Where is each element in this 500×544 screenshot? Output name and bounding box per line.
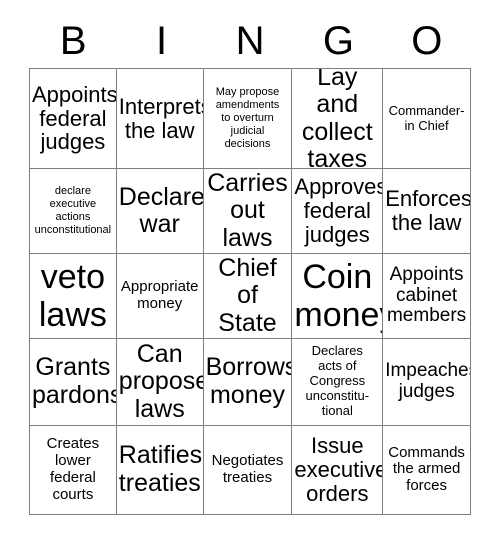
bingo-cell[interactable]: Can propose laws bbox=[116, 339, 204, 426]
bingo-cell[interactable]: Grants pardons bbox=[30, 339, 117, 426]
bingo-cell[interactable]: Ratifies treaties bbox=[116, 425, 204, 515]
bingo-row: declare executive actions unconstitution… bbox=[30, 169, 471, 254]
bingo-row: Appoints federal judges Interprets the l… bbox=[30, 69, 471, 169]
bingo-row: Grants pardons Can propose laws Borrows … bbox=[30, 339, 471, 426]
bingo-cell-label: Appoints federal judges bbox=[32, 81, 117, 155]
bingo-cell-label: Impeaches judges bbox=[385, 360, 471, 402]
bingo-cell-label: veto laws bbox=[38, 257, 107, 334]
bingo-cell-label: Creates lower federal courts bbox=[46, 435, 100, 503]
bingo-cell[interactable]: Interprets the law bbox=[116, 69, 204, 169]
bingo-cell-label: Appropriate money bbox=[120, 278, 199, 312]
bingo-cell[interactable]: Declares acts of Congress unconstitu- ti… bbox=[292, 339, 384, 426]
bingo-cell-label: Commander- in Chief bbox=[388, 102, 465, 133]
bingo-cell-label: Issue executive orders bbox=[294, 433, 384, 506]
bingo-cell[interactable]: Commands the armed forces bbox=[383, 425, 471, 515]
bingo-cell-label: May propose amendments to overturn judic… bbox=[215, 86, 280, 150]
bingo-cell[interactable]: Appoints cabinet members bbox=[383, 254, 471, 339]
bingo-cell-label: Approves federal judges bbox=[294, 174, 384, 247]
bingo-card: B I N G O Appoints federal judges Interp… bbox=[0, 0, 500, 544]
bingo-cell-label: Negotiates treaties bbox=[211, 451, 284, 486]
bingo-cell[interactable]: Coin money bbox=[292, 254, 384, 339]
bingo-cell-label: Declares acts of Congress unconstitu- ti… bbox=[305, 343, 370, 419]
bingo-cell-label: Carries out laws bbox=[207, 169, 288, 252]
bingo-cell-label: declare executive actions unconstitution… bbox=[34, 185, 112, 236]
bingo-cell[interactable]: Enforces the law bbox=[383, 169, 471, 254]
bingo-cell[interactable]: Negotiates treaties bbox=[203, 425, 293, 515]
bingo-header-letter-i: I bbox=[156, 19, 168, 63]
bingo-cell-label: Lay and collect taxes bbox=[301, 69, 373, 169]
bingo-cell[interactable]: Issue executive orders bbox=[292, 425, 384, 515]
bingo-cell-label: Appoints cabinet members bbox=[386, 264, 467, 327]
bingo-cell[interactable]: Appoints federal judges bbox=[30, 69, 117, 169]
bingo-cell-label: Enforces the law bbox=[385, 186, 471, 235]
bingo-cell[interactable]: Lay and collect taxes bbox=[292, 69, 384, 169]
bingo-cell[interactable]: Approves federal judges bbox=[292, 169, 384, 254]
bingo-cell-label: Grants pardons bbox=[32, 353, 117, 409]
bingo-cell[interactable]: Borrows money bbox=[203, 339, 293, 426]
bingo-header-letter-o: O bbox=[411, 19, 443, 63]
bingo-cell[interactable]: Commander- in Chief bbox=[383, 69, 471, 169]
bingo-header-row: B I N G O bbox=[29, 14, 471, 68]
bingo-cell-label: Ratifies treaties bbox=[118, 441, 203, 497]
bingo-header-letter-n: N bbox=[235, 19, 265, 63]
bingo-cell-label: Interprets the law bbox=[118, 93, 204, 143]
bingo-cell[interactable]: Declares war bbox=[116, 169, 204, 254]
bingo-cell[interactable]: Creates lower federal courts bbox=[30, 425, 117, 515]
bingo-cell[interactable]: Appropriate money bbox=[116, 254, 204, 339]
bingo-header-letter-g: G bbox=[322, 19, 354, 63]
bingo-row: veto laws Appropriate money Chief of Sta… bbox=[30, 254, 471, 339]
bingo-cell[interactable]: May propose amendments to overturn judic… bbox=[203, 69, 293, 169]
bingo-cell-label: Commands the armed forces bbox=[388, 443, 465, 495]
bingo-cell-label: Can propose laws bbox=[118, 339, 204, 423]
bingo-header-letter-b: B bbox=[59, 19, 87, 63]
bingo-cell[interactable]: veto laws bbox=[30, 254, 117, 339]
bingo-cell[interactable]: declare executive actions unconstitution… bbox=[30, 169, 117, 254]
bingo-grid: Appoints federal judges Interprets the l… bbox=[29, 68, 471, 515]
bingo-cell-label: Coin money bbox=[294, 257, 382, 334]
bingo-cell-label: Chief of State bbox=[218, 254, 277, 337]
bingo-cell[interactable]: Impeaches judges bbox=[383, 339, 471, 426]
bingo-cell-label: Borrows money bbox=[205, 353, 293, 409]
bingo-cell[interactable]: Carries out laws bbox=[203, 169, 293, 254]
bingo-row: Creates lower federal courts Ratifies tr… bbox=[30, 425, 471, 515]
bingo-cell[interactable]: Chief of State bbox=[203, 254, 293, 339]
bingo-cell-label: Declares war bbox=[118, 182, 204, 238]
